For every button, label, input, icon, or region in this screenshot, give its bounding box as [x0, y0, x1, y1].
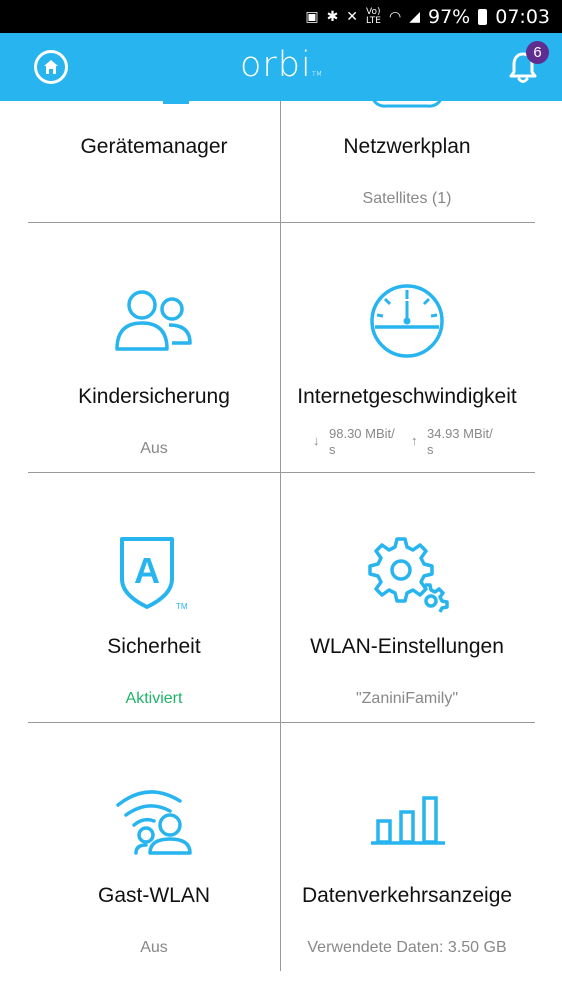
- tile-device-manager[interactable]: Gerätemanager: [28, 101, 280, 222]
- upload-arrow-icon: ↑: [411, 433, 418, 448]
- tile-subtitle: Aktiviert: [125, 690, 183, 707]
- tile-title: Sicherheit: [107, 635, 201, 658]
- guest-wifi-icon: [116, 790, 192, 855]
- cell-signal-icon: ◢: [409, 8, 420, 25]
- status-bar: ▣ ✱ ✕ Vo) LTE ◠ ◢ 97% 07:03: [0, 0, 562, 33]
- tile-subtitle: "ZaniniFamily": [355, 690, 459, 707]
- bar-chart-icon: [371, 796, 445, 845]
- speedometer-icon: [370, 284, 444, 358]
- mute-icon: ✕: [346, 8, 359, 25]
- tile-title: Kindersicherung: [78, 385, 230, 408]
- notification-badge: 6: [526, 41, 549, 64]
- tile-guest-wifi[interactable]: Gast-WLAN Aus: [28, 723, 280, 972]
- upload-speed: ↑ 34.93 MBit/s: [411, 426, 493, 457]
- app-header: orbiTM 6: [0, 33, 562, 101]
- volte-icon: Vo) LTE: [366, 6, 381, 26]
- tile-parental-controls[interactable]: Kindersicherung Aus: [28, 223, 280, 472]
- bluetooth-icon: ✱: [326, 8, 339, 25]
- security-shield-icon: A TM: [120, 537, 188, 611]
- orbi-logo: orbiTM: [239, 45, 323, 85]
- nfc-icon: ▣: [305, 8, 319, 25]
- tile-title: Netzwerkplan: [343, 135, 471, 158]
- tile-wifi-settings[interactable]: WLAN-Einstellungen "ZaniniFamily": [281, 473, 533, 722]
- tile-subtitle: Aus: [140, 939, 168, 956]
- download-arrow-icon: ↓: [313, 433, 320, 448]
- wifi-signal-icon: ◠: [389, 8, 402, 25]
- svg-text:TM: TM: [176, 602, 188, 611]
- battery-percent: 97%: [428, 5, 471, 28]
- tile-security[interactable]: A TM Sicherheit Aktiviert: [28, 473, 280, 722]
- tile-traffic-meter[interactable]: Datenverkehrsanzeige Verwendete Daten: 3…: [281, 723, 533, 972]
- tile-title: Datenverkehrsanzeige: [301, 884, 513, 907]
- clock: 07:03: [495, 5, 550, 28]
- tile-title: Gast-WLAN: [97, 884, 210, 907]
- tile-title: Gerätemanager: [80, 135, 228, 158]
- gear-icon: [368, 537, 449, 613]
- network-map-icon: [371, 99, 443, 108]
- tile-subtitle: Aus: [140, 440, 168, 457]
- tile-internet-speed[interactable]: Internetgeschwindigkeit ↓ 98.30 MBit/s ↑…: [281, 223, 533, 472]
- tile-subtitle: Verwendete Daten: 3.50 GB: [307, 939, 507, 956]
- users-icon: [115, 290, 192, 351]
- tile-title: WLAN-Einstellungen: [310, 635, 504, 658]
- battery-icon: [478, 8, 488, 25]
- svg-text:A: A: [134, 550, 160, 591]
- tile-title: Internetgeschwindigkeit: [297, 385, 517, 408]
- tile-subtitle: Satellites (1): [362, 190, 452, 207]
- tile-network-map[interactable]: Netzwerkplan Satellites (1): [281, 99, 533, 222]
- download-speed: ↓ 98.30 MBit/s: [313, 426, 395, 457]
- device-manager-icon: [163, 101, 189, 104]
